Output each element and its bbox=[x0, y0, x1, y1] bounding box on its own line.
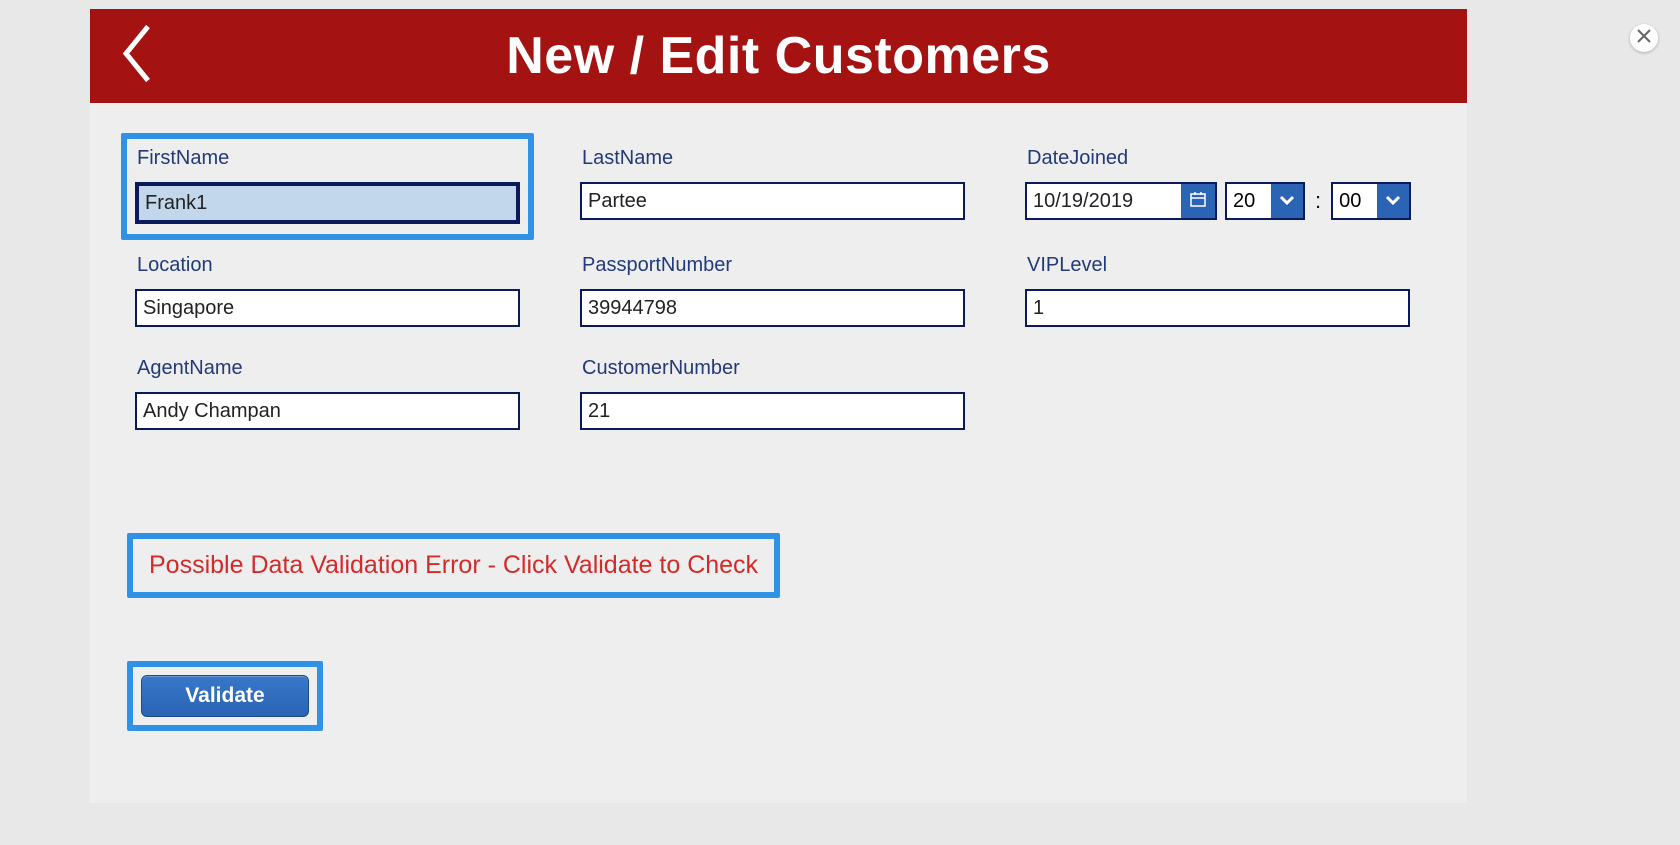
input-agentname[interactable] bbox=[135, 392, 520, 430]
calendar-button[interactable] bbox=[1181, 184, 1215, 218]
label-datejoined: DateJoined bbox=[1027, 147, 1410, 170]
time-separator: : bbox=[1313, 188, 1323, 214]
chevron-down-icon bbox=[1385, 192, 1401, 210]
form-panel: FirstName LastName DateJoined 10/19/2019 bbox=[90, 103, 1467, 803]
calendar-icon bbox=[1189, 190, 1207, 213]
input-passport[interactable] bbox=[580, 289, 965, 327]
field-agentname: AgentName bbox=[135, 357, 520, 430]
label-location: Location bbox=[137, 254, 520, 277]
highlight-firstname: FirstName bbox=[121, 133, 534, 240]
close-button[interactable] bbox=[1630, 24, 1658, 52]
hour-dropdown[interactable] bbox=[1271, 184, 1303, 218]
field-passport: PassportNumber bbox=[580, 254, 965, 327]
hour-value: 20 bbox=[1227, 190, 1271, 213]
validation-message-box: Possible Data Validation Error - Click V… bbox=[127, 533, 780, 598]
chevron-down-icon bbox=[1279, 192, 1295, 210]
input-location[interactable] bbox=[135, 289, 520, 327]
validate-button[interactable]: Validate bbox=[141, 675, 309, 717]
label-lastname: LastName bbox=[582, 147, 965, 170]
input-viplevel[interactable] bbox=[1025, 289, 1410, 327]
field-location: Location bbox=[135, 254, 520, 327]
validate-button-highlight: Validate bbox=[127, 661, 323, 731]
back-button[interactable] bbox=[118, 23, 154, 90]
field-firstname: FirstName bbox=[135, 147, 520, 224]
input-firstname[interactable] bbox=[135, 182, 520, 224]
label-agentname: AgentName bbox=[137, 357, 520, 380]
chevron-left-icon bbox=[118, 72, 154, 89]
field-lastname: LastName bbox=[580, 147, 965, 224]
input-lastname[interactable] bbox=[580, 182, 965, 220]
date-value: 10/19/2019 bbox=[1027, 188, 1181, 215]
minute-dropdown[interactable] bbox=[1377, 184, 1409, 218]
close-icon bbox=[1637, 29, 1651, 48]
label-firstname: FirstName bbox=[137, 147, 520, 170]
input-customernumber[interactable] bbox=[580, 392, 965, 430]
minute-spinner[interactable]: 00 bbox=[1331, 182, 1411, 220]
label-viplevel: VIPLevel bbox=[1027, 254, 1410, 277]
validate-button-label: Validate bbox=[185, 684, 264, 708]
minute-value: 00 bbox=[1333, 190, 1377, 213]
field-viplevel: VIPLevel bbox=[1025, 254, 1410, 327]
date-picker[interactable]: 10/19/2019 bbox=[1025, 182, 1217, 220]
label-customernumber: CustomerNumber bbox=[582, 357, 965, 380]
hour-spinner[interactable]: 20 bbox=[1225, 182, 1305, 220]
field-datejoined: DateJoined 10/19/2019 20 bbox=[1025, 147, 1410, 224]
page-title: New / Edit Customers bbox=[90, 26, 1467, 86]
page-header: New / Edit Customers bbox=[90, 9, 1467, 103]
form-grid: FirstName LastName DateJoined 10/19/2019 bbox=[135, 147, 1425, 460]
validation-message: Possible Data Validation Error - Click V… bbox=[149, 551, 758, 580]
field-customernumber: CustomerNumber bbox=[580, 357, 965, 430]
label-passport: PassportNumber bbox=[582, 254, 965, 277]
